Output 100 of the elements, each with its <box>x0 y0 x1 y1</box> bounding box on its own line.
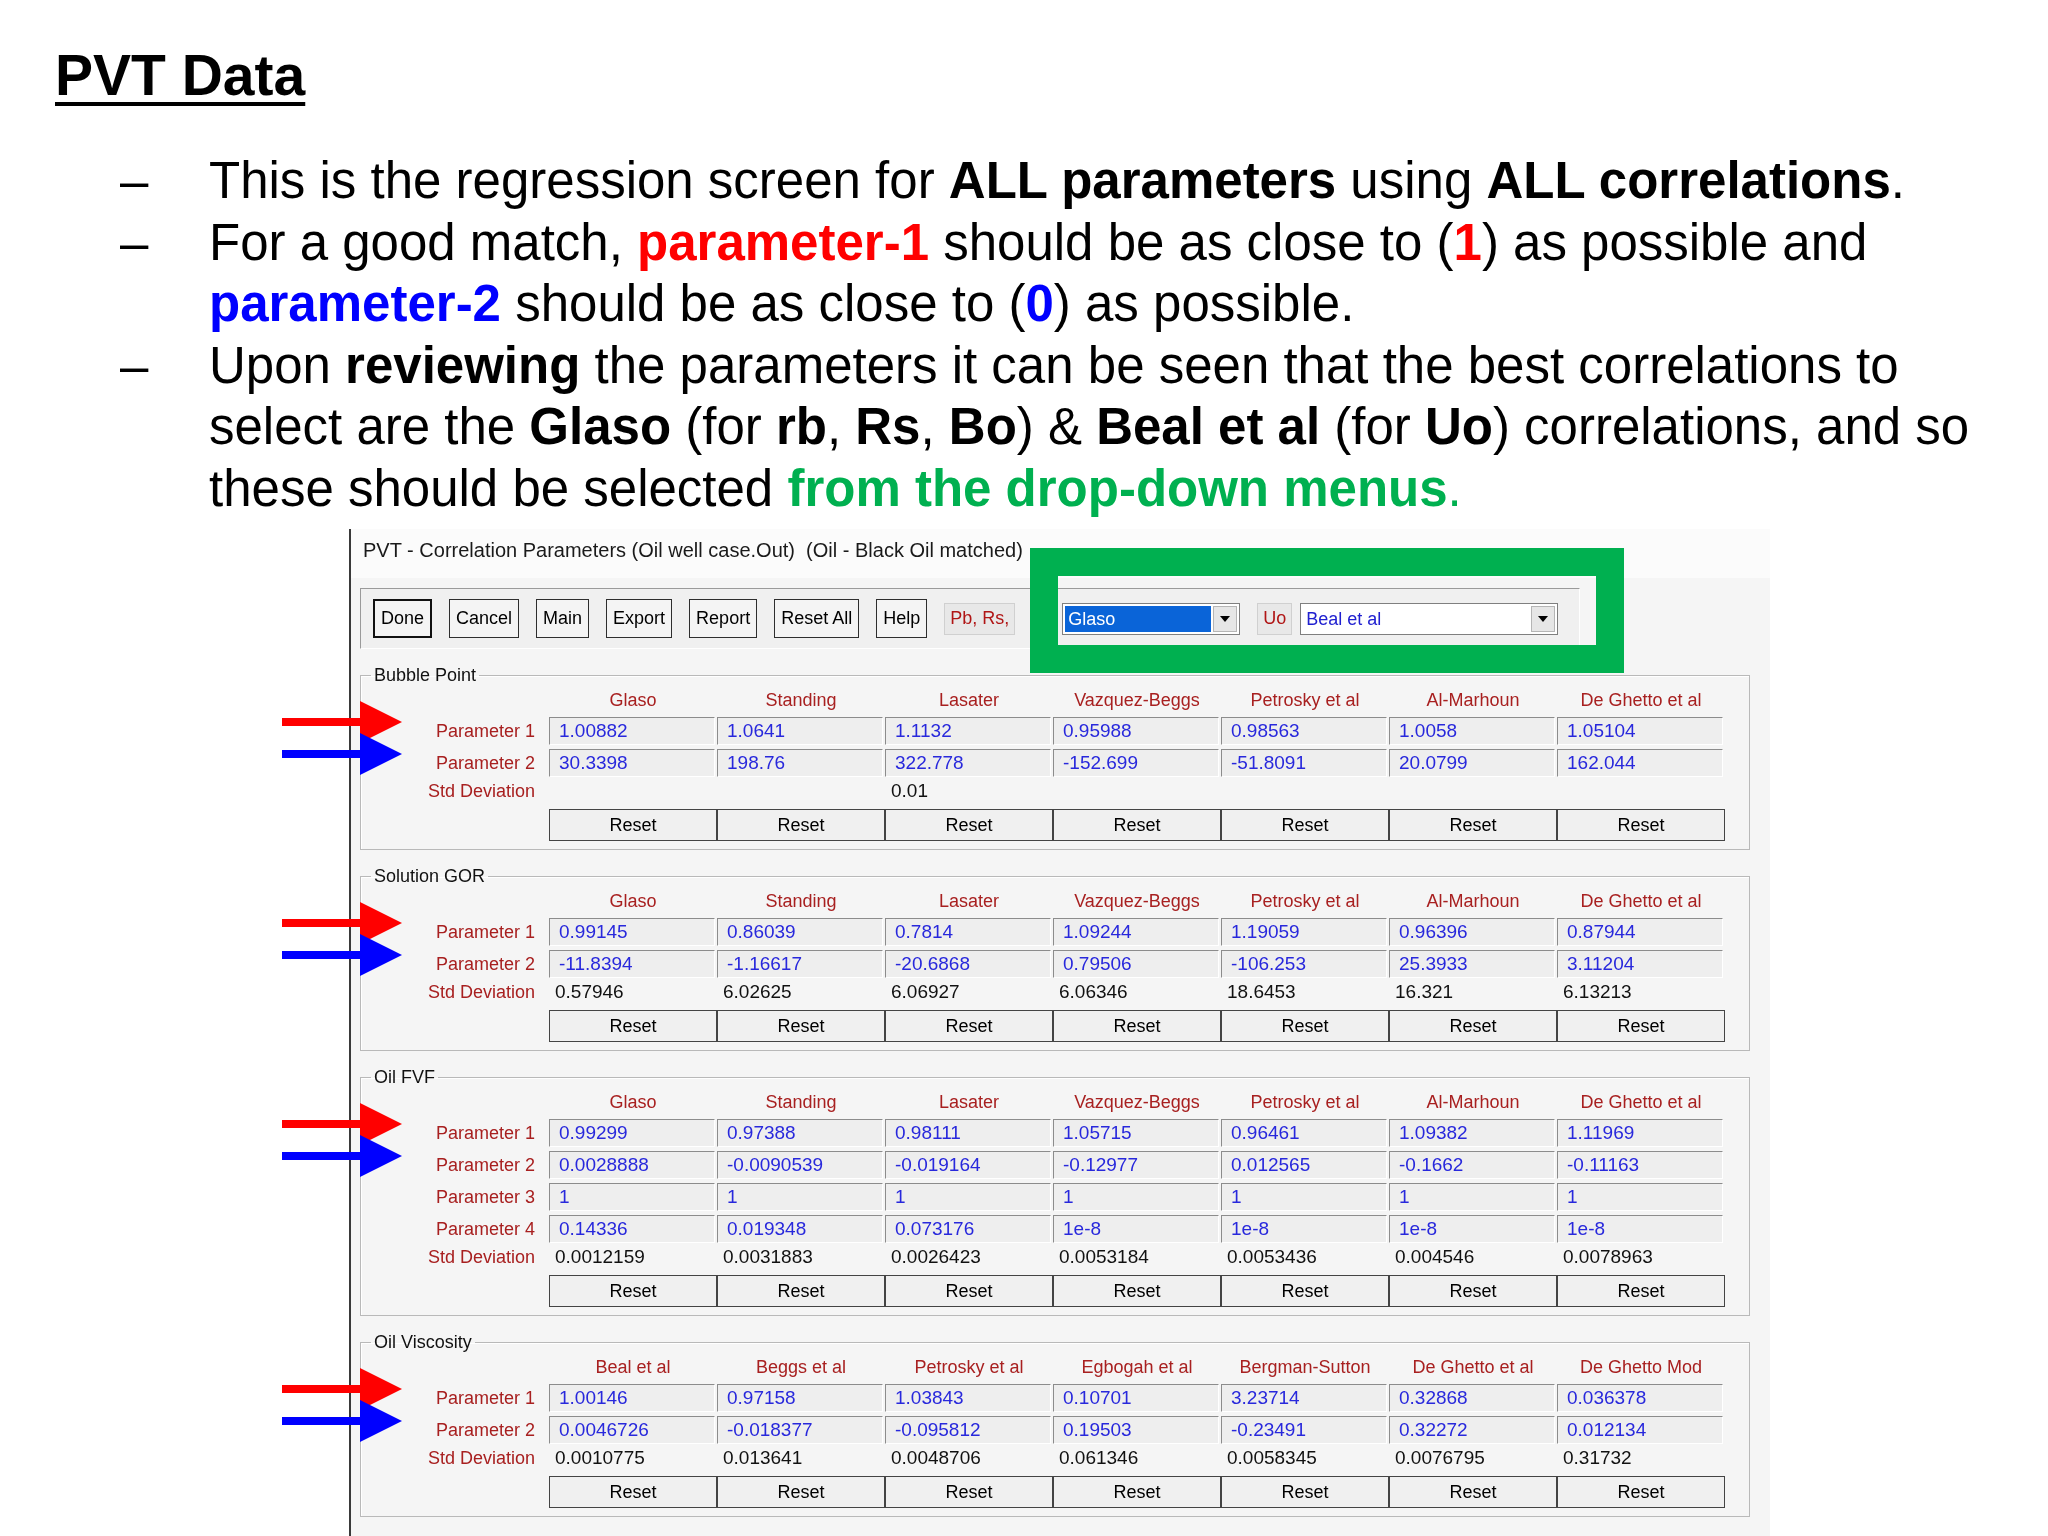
reset-button[interactable]: Reset <box>1221 1476 1389 1508</box>
value-field[interactable]: 0.99145 <box>549 918 715 946</box>
value-field[interactable]: 1.00146 <box>549 1384 715 1412</box>
reset-button[interactable]: Reset <box>885 809 1053 841</box>
reset-button[interactable]: Reset <box>885 1010 1053 1042</box>
value-field[interactable]: -0.018377 <box>717 1416 883 1444</box>
value-field[interactable]: 0.98563 <box>1221 717 1387 745</box>
dropdown[interactable]: Glaso <box>1062 602 1241 635</box>
value-field[interactable]: 1e-8 <box>1389 1215 1555 1243</box>
reset-button[interactable]: Reset <box>885 1275 1053 1307</box>
reset-button[interactable]: Reset <box>717 1476 885 1508</box>
value-field[interactable]: 0.7814 <box>885 918 1051 946</box>
value-field[interactable]: 0.14336 <box>549 1215 715 1243</box>
reset-button[interactable]: Reset <box>717 1010 885 1042</box>
value-field[interactable]: 1 <box>885 1183 1051 1211</box>
reset-button[interactable]: Reset <box>717 1275 885 1307</box>
reset-button[interactable]: Reset <box>1389 809 1557 841</box>
value-field[interactable]: 0.99299 <box>549 1119 715 1147</box>
value-field[interactable]: 1 <box>1221 1183 1387 1211</box>
reset-button[interactable]: Reset <box>1557 1476 1725 1508</box>
value-field[interactable]: 0.32868 <box>1389 1384 1555 1412</box>
value-field[interactable]: 0.0046726 <box>549 1416 715 1444</box>
value-field[interactable]: 1.19059 <box>1221 918 1387 946</box>
reset-button[interactable]: Reset <box>1053 809 1221 841</box>
reset-button[interactable]: Reset <box>1389 1010 1557 1042</box>
value-field[interactable]: 0.19503 <box>1053 1416 1219 1444</box>
reset-button[interactable]: Reset <box>1053 1476 1221 1508</box>
value-field[interactable]: 1.05715 <box>1053 1119 1219 1147</box>
reset-button[interactable]: Reset <box>1053 1275 1221 1307</box>
reset-button[interactable]: Reset <box>549 809 717 841</box>
reset-button[interactable]: Reset <box>1221 809 1389 841</box>
reset-button[interactable]: Reset <box>1221 1275 1389 1307</box>
value-field[interactable]: 0.95988 <box>1053 717 1219 745</box>
toolbar-button[interactable]: Export <box>606 599 673 638</box>
value-field[interactable]: 0.012565 <box>1221 1151 1387 1179</box>
value-field[interactable]: 3.23714 <box>1221 1384 1387 1412</box>
toolbar-button[interactable]: Done <box>373 599 433 638</box>
toolbar-button[interactable]: Report <box>689 599 758 638</box>
reset-button[interactable]: Reset <box>549 1010 717 1042</box>
value-field[interactable]: 20.0799 <box>1389 749 1555 777</box>
value-field[interactable]: 1 <box>717 1183 883 1211</box>
reset-button[interactable]: Reset <box>717 809 885 841</box>
value-field[interactable]: 0.012134 <box>1557 1416 1723 1444</box>
value-field[interactable]: 0.87944 <box>1557 918 1723 946</box>
reset-button[interactable]: Reset <box>1557 809 1725 841</box>
value-field[interactable]: -0.11163 <box>1557 1151 1723 1179</box>
value-field[interactable]: 0.97388 <box>717 1119 883 1147</box>
reset-button[interactable]: Reset <box>1053 1010 1221 1042</box>
value-field[interactable]: 1e-8 <box>1557 1215 1723 1243</box>
value-field[interactable]: 1.09244 <box>1053 918 1219 946</box>
value-field[interactable]: 0.86039 <box>717 918 883 946</box>
value-field[interactable]: 30.3398 <box>549 749 715 777</box>
dropdown[interactable]: Beal et al <box>1300 602 1559 635</box>
value-field[interactable]: 1.09382 <box>1389 1119 1555 1147</box>
value-field[interactable]: -0.0090539 <box>717 1151 883 1179</box>
value-field[interactable]: 0.96461 <box>1221 1119 1387 1147</box>
reset-button[interactable]: Reset <box>1221 1010 1389 1042</box>
value-field[interactable]: 1 <box>1557 1183 1723 1211</box>
value-field[interactable]: 0.98111 <box>885 1119 1051 1147</box>
option-button[interactable]: Uo <box>1257 602 1293 635</box>
value-field[interactable]: 0.036378 <box>1557 1384 1723 1412</box>
value-field[interactable]: 0.10701 <box>1053 1384 1219 1412</box>
value-field[interactable]: -51.8091 <box>1221 749 1387 777</box>
value-field[interactable]: 1.11969 <box>1557 1119 1723 1147</box>
value-field[interactable]: 3.11204 <box>1557 950 1723 978</box>
value-field[interactable]: 0.019348 <box>717 1215 883 1243</box>
value-field[interactable]: 198.76 <box>717 749 883 777</box>
value-field[interactable]: 0.073176 <box>885 1215 1051 1243</box>
reset-button[interactable]: Reset <box>1557 1010 1725 1042</box>
reset-button[interactable]: Reset <box>1389 1476 1557 1508</box>
value-field[interactable]: 1.0641 <box>717 717 883 745</box>
reset-button[interactable]: Reset <box>1389 1275 1557 1307</box>
value-field[interactable]: 1 <box>549 1183 715 1211</box>
value-field[interactable]: -152.699 <box>1053 749 1219 777</box>
option-button[interactable]: Pb, Rs, <box>944 602 1016 635</box>
value-field[interactable]: -20.6868 <box>885 950 1051 978</box>
toolbar-button[interactable]: Main <box>536 599 590 638</box>
value-field[interactable]: 1.0058 <box>1389 717 1555 745</box>
value-field[interactable]: -0.12977 <box>1053 1151 1219 1179</box>
toolbar-button[interactable]: Cancel <box>449 599 520 638</box>
value-field[interactable]: 322.778 <box>885 749 1051 777</box>
value-field[interactable]: 1 <box>1389 1183 1555 1211</box>
value-field[interactable]: 1.00882 <box>549 717 715 745</box>
reset-button[interactable]: Reset <box>885 1476 1053 1508</box>
toolbar-button[interactable]: Reset All <box>774 599 860 638</box>
value-field[interactable]: -0.019164 <box>885 1151 1051 1179</box>
reset-button[interactable]: Reset <box>549 1476 717 1508</box>
value-field[interactable]: -1.16617 <box>717 950 883 978</box>
value-field[interactable]: 0.79506 <box>1053 950 1219 978</box>
toolbar-button[interactable]: Help <box>876 599 928 638</box>
value-field[interactable]: -0.23491 <box>1221 1416 1387 1444</box>
reset-button[interactable]: Reset <box>549 1275 717 1307</box>
value-field[interactable]: 1e-8 <box>1221 1215 1387 1243</box>
value-field[interactable]: 0.0028888 <box>549 1151 715 1179</box>
value-field[interactable]: 1.1132 <box>885 717 1051 745</box>
value-field[interactable]: 1.03843 <box>885 1384 1051 1412</box>
reset-button[interactable]: Reset <box>1557 1275 1725 1307</box>
value-field[interactable]: 0.32272 <box>1389 1416 1555 1444</box>
value-field[interactable]: 25.3933 <box>1389 950 1555 978</box>
value-field[interactable]: 162.044 <box>1557 749 1723 777</box>
